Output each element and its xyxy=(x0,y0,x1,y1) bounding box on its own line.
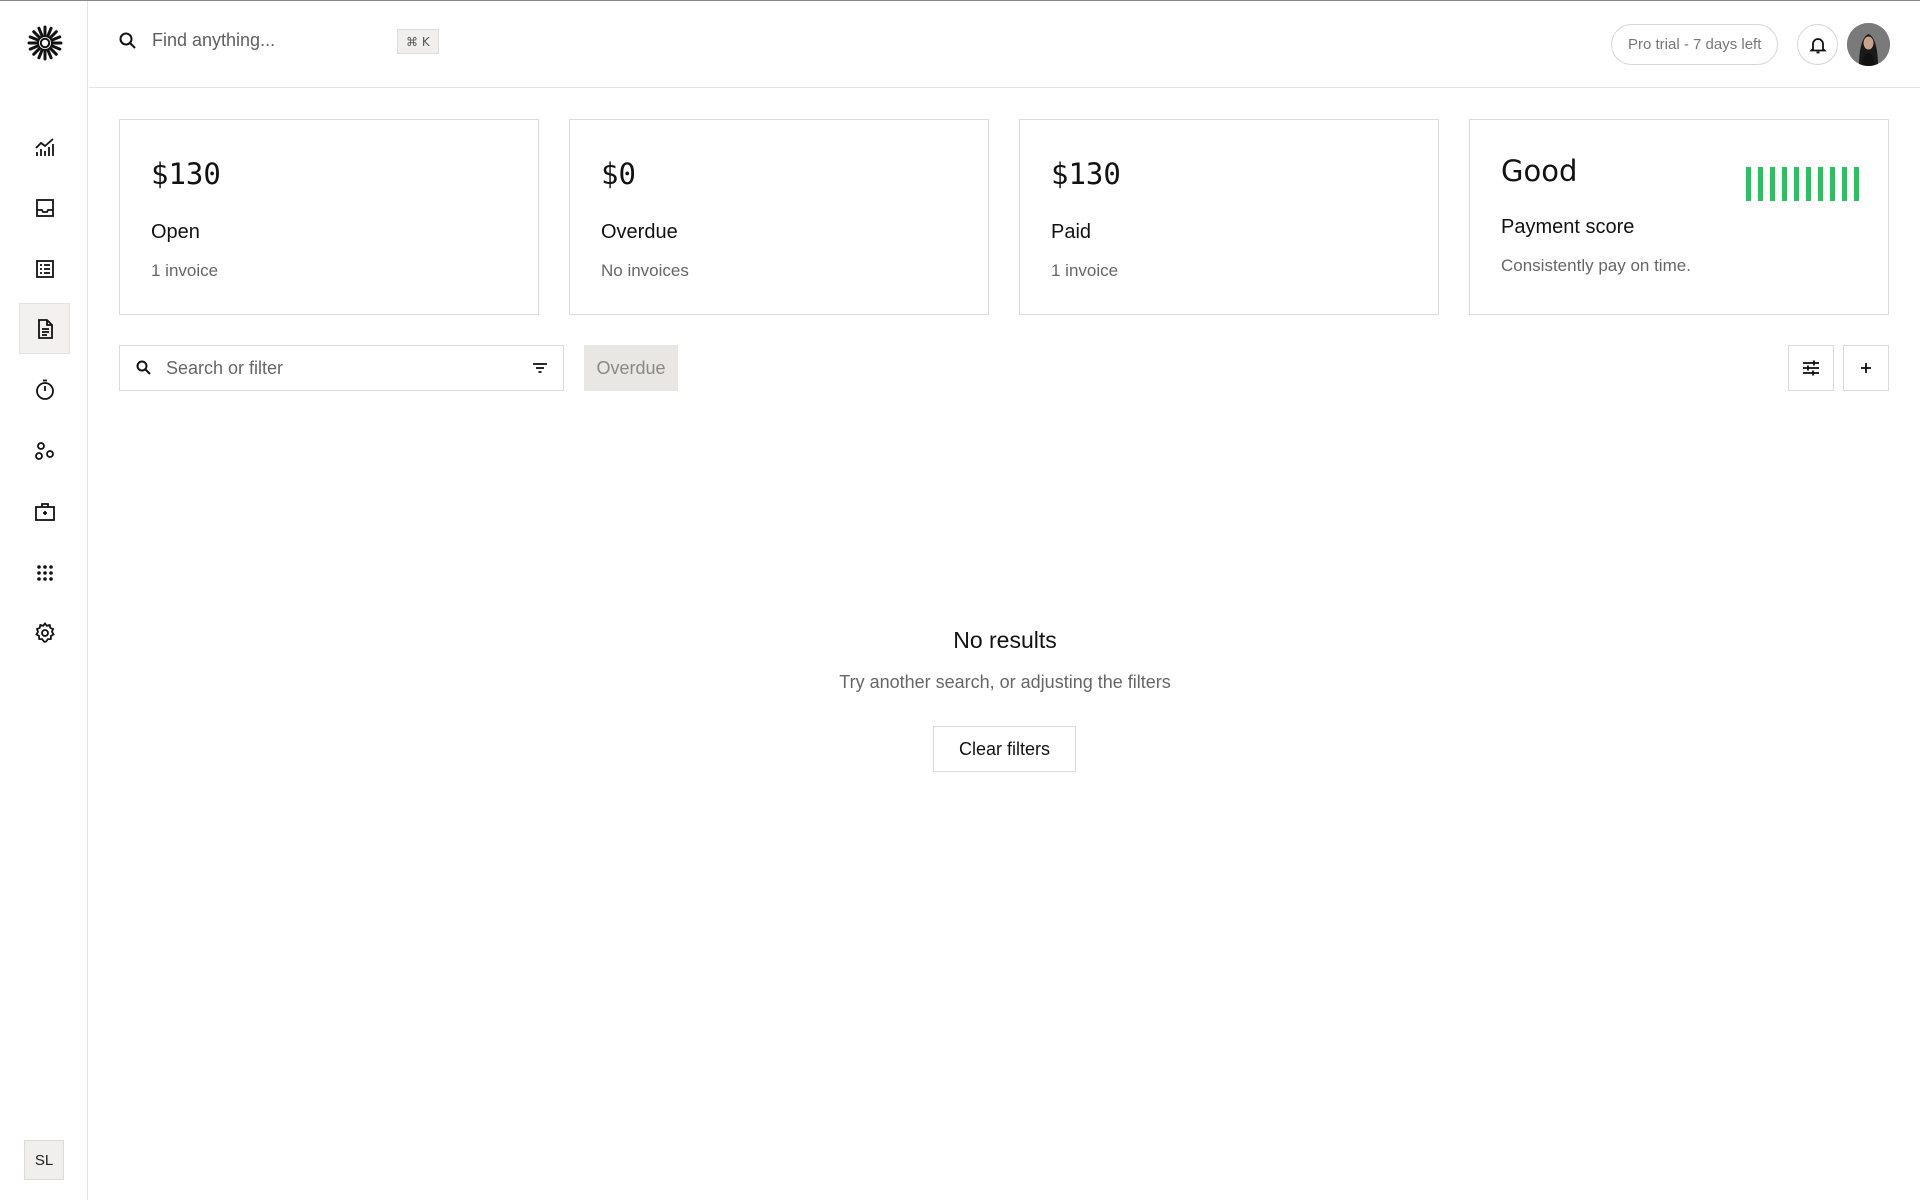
user-badge[interactable]: SL xyxy=(24,1140,64,1180)
vault-icon xyxy=(34,502,55,521)
score-bar xyxy=(1818,167,1823,201)
score-bar xyxy=(1806,167,1811,201)
card-amount: $130 xyxy=(1051,157,1121,191)
score-bar xyxy=(1830,167,1835,201)
sidebar-item-customers[interactable] xyxy=(19,425,70,476)
card-subtitle: No invoices xyxy=(601,261,689,280)
transactions-icon xyxy=(35,259,54,278)
shortcut-hint: ⌘ K xyxy=(397,29,439,54)
sidebar-item-vault[interactable] xyxy=(19,486,70,537)
plus-icon xyxy=(1861,363,1871,373)
customers-icon xyxy=(34,441,54,460)
sidebar-item-invoices[interactable] xyxy=(19,303,70,354)
card-amount: $0 xyxy=(601,157,636,191)
sidebar: SL xyxy=(0,1,88,1200)
payment-score-bars xyxy=(1746,167,1859,201)
score-bar xyxy=(1794,167,1799,201)
add-invoice-button[interactable] xyxy=(1843,345,1889,391)
invoice-icon xyxy=(37,318,53,339)
avatar[interactable] xyxy=(1847,23,1890,66)
card-subtitle: 1 invoice xyxy=(151,261,219,280)
global-search[interactable]: Find anything... xyxy=(118,30,275,51)
sidebar-item-overview[interactable] xyxy=(19,121,70,172)
settings-icon xyxy=(34,621,55,643)
card-subtitle: Consistently pay on time. xyxy=(1501,256,1691,275)
bell-icon xyxy=(1808,37,1827,53)
score-bar xyxy=(1746,167,1751,201)
card-label: Overdue xyxy=(601,221,678,243)
profile-photo-icon xyxy=(1847,23,1890,66)
card-amount: Good xyxy=(1501,154,1578,188)
sidebar-item-settings[interactable] xyxy=(19,607,70,658)
score-bar xyxy=(1770,167,1775,201)
notifications-button[interactable] xyxy=(1797,24,1838,65)
empty-state-title: No results xyxy=(953,627,1057,653)
card-label: Paid xyxy=(1051,221,1092,243)
inbox-icon xyxy=(35,198,54,217)
invoice-search-input[interactable]: Search or filter xyxy=(119,345,564,391)
sidebar-item-transactions[interactable] xyxy=(19,243,70,294)
chart-icon xyxy=(34,137,54,156)
timer-icon xyxy=(35,379,54,400)
score-bar xyxy=(1842,167,1847,201)
sidebar-item-inbox[interactable] xyxy=(19,182,70,233)
logo-icon[interactable] xyxy=(24,22,66,64)
score-bar xyxy=(1782,167,1787,201)
apps-icon xyxy=(36,564,53,581)
columns-settings-button[interactable] xyxy=(1788,345,1834,391)
sidebar-item-apps[interactable] xyxy=(19,547,70,598)
top-header: Find anything... ⌘ K Pro trial - 7 days … xyxy=(89,1,1920,88)
filter-icon[interactable] xyxy=(531,359,549,377)
sidebar-item-tracker[interactable] xyxy=(19,364,70,415)
search-icon xyxy=(119,32,136,49)
trial-badge[interactable]: Pro trial - 7 days left xyxy=(1611,24,1779,65)
score-bar xyxy=(1854,167,1859,201)
empty-state-subtitle: Try another search, or adjusting the fil… xyxy=(839,672,1171,692)
search-icon xyxy=(136,360,151,375)
card-label: Payment score xyxy=(1501,216,1635,238)
score-bar xyxy=(1758,167,1763,201)
filter-chip-overdue[interactable]: Overdue xyxy=(584,345,678,391)
global-search-placeholder: Find anything... xyxy=(152,30,276,50)
card-amount: $130 xyxy=(151,157,221,191)
card-open[interactable]: $130 Open 1 invoice xyxy=(119,119,539,315)
invoice-search-placeholder: Search or filter xyxy=(166,358,284,378)
card-payment-score: Good Payment score Consistently pay on t… xyxy=(1469,119,1889,315)
sliders-icon xyxy=(1803,360,1819,376)
clear-filters-button[interactable]: Clear filters xyxy=(933,726,1076,772)
card-overdue[interactable]: $0 Overdue No invoices xyxy=(569,119,989,315)
card-paid[interactable]: $130 Paid 1 invoice xyxy=(1019,119,1439,315)
card-subtitle: 1 invoice xyxy=(1051,261,1119,280)
card-label: Open xyxy=(151,221,200,243)
